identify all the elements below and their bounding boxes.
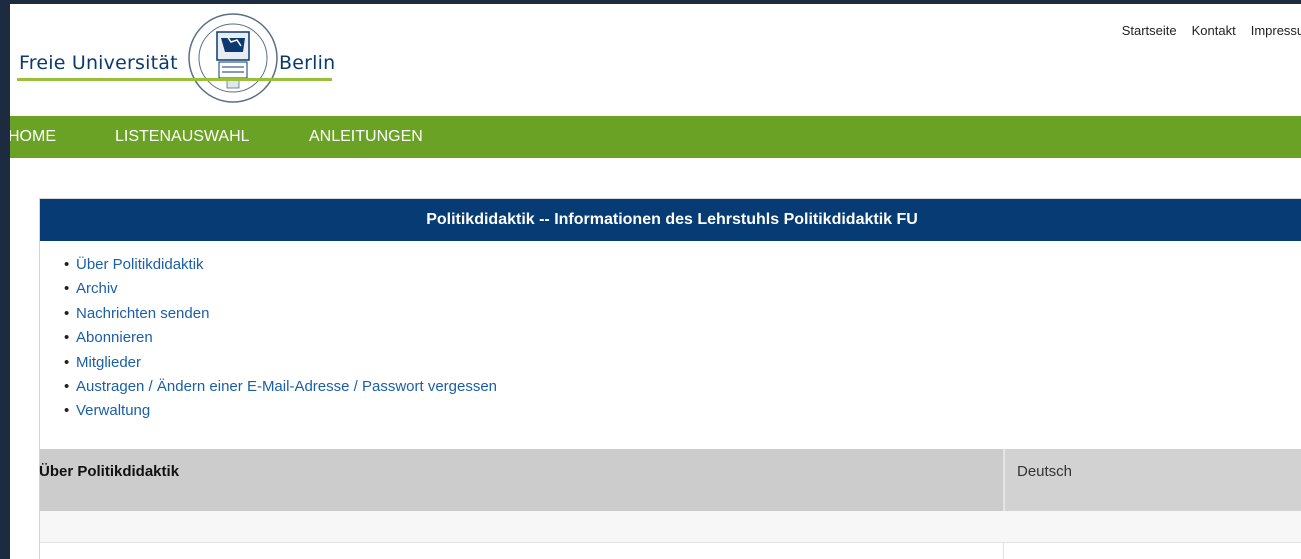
list-item: Über Politikdidaktik [64,253,1301,278]
nav-anleitungen[interactable]: ANLEITUNGEN [309,128,423,146]
list-links: Über Politikdidaktik Archiv Nachrichten … [40,241,1301,424]
link-austragen[interactable]: Austragen / Ändern einer E-Mail-Adresse … [76,378,497,395]
list-item: Verwaltung [64,399,1301,424]
info-heading-cell: Über Politikdidaktik [39,449,1003,511]
list-title: Politikdidaktik -- Informationen des Leh… [40,199,1301,241]
nav-home[interactable]: HOME [10,128,56,146]
language-cell: Deutsch [1003,449,1301,511]
fu-berlin-logo[interactable]: Freie Universität Berlin [17,12,347,108]
main-nav: HOME LISTENAUSWAHL ANLEITUNGEN [10,116,1301,158]
list-info-box: Politikdidaktik -- Informationen des Leh… [39,198,1301,559]
link-startseite[interactable]: Startseite [1122,23,1177,38]
list-item: Nachrichten senden [64,302,1301,327]
link-kontakt[interactable]: Kontakt [1192,23,1236,38]
list-item: Mitglieder [64,351,1301,376]
spacer-row [40,511,1301,543]
content-side-cell [1003,543,1301,559]
info-heading: Über Politikdidaktik [39,463,180,480]
content-row [40,543,1301,559]
link-impressum[interactable]: Impressum [1251,23,1301,38]
university-seal-icon [188,13,278,103]
link-ueber[interactable]: Über Politikdidaktik [76,256,204,273]
logo-text-right: Berlin [279,52,336,74]
logo-underline [17,78,332,81]
list-item: Abonnieren [64,326,1301,351]
link-nachrichten-senden[interactable]: Nachrichten senden [76,305,209,322]
page: Freie Universität Berlin Startseite Kont… [10,4,1301,559]
top-links: Startseite Kontakt Impressum [1122,23,1301,38]
content-cell [40,543,1003,559]
list-item: Austragen / Ändern einer E-Mail-Adresse … [64,375,1301,400]
link-verwaltung[interactable]: Verwaltung [76,402,150,419]
link-archiv[interactable]: Archiv [76,280,118,297]
list-item: Archiv [64,277,1301,302]
link-abonnieren[interactable]: Abonnieren [76,329,153,346]
info-header-row: Über Politikdidaktik Deutsch [39,449,1301,511]
logo-text-left: Freie Universität [19,52,178,74]
nav-listenauswahl[interactable]: LISTENAUSWAHL [115,128,250,146]
link-mitglieder[interactable]: Mitglieder [76,354,141,371]
